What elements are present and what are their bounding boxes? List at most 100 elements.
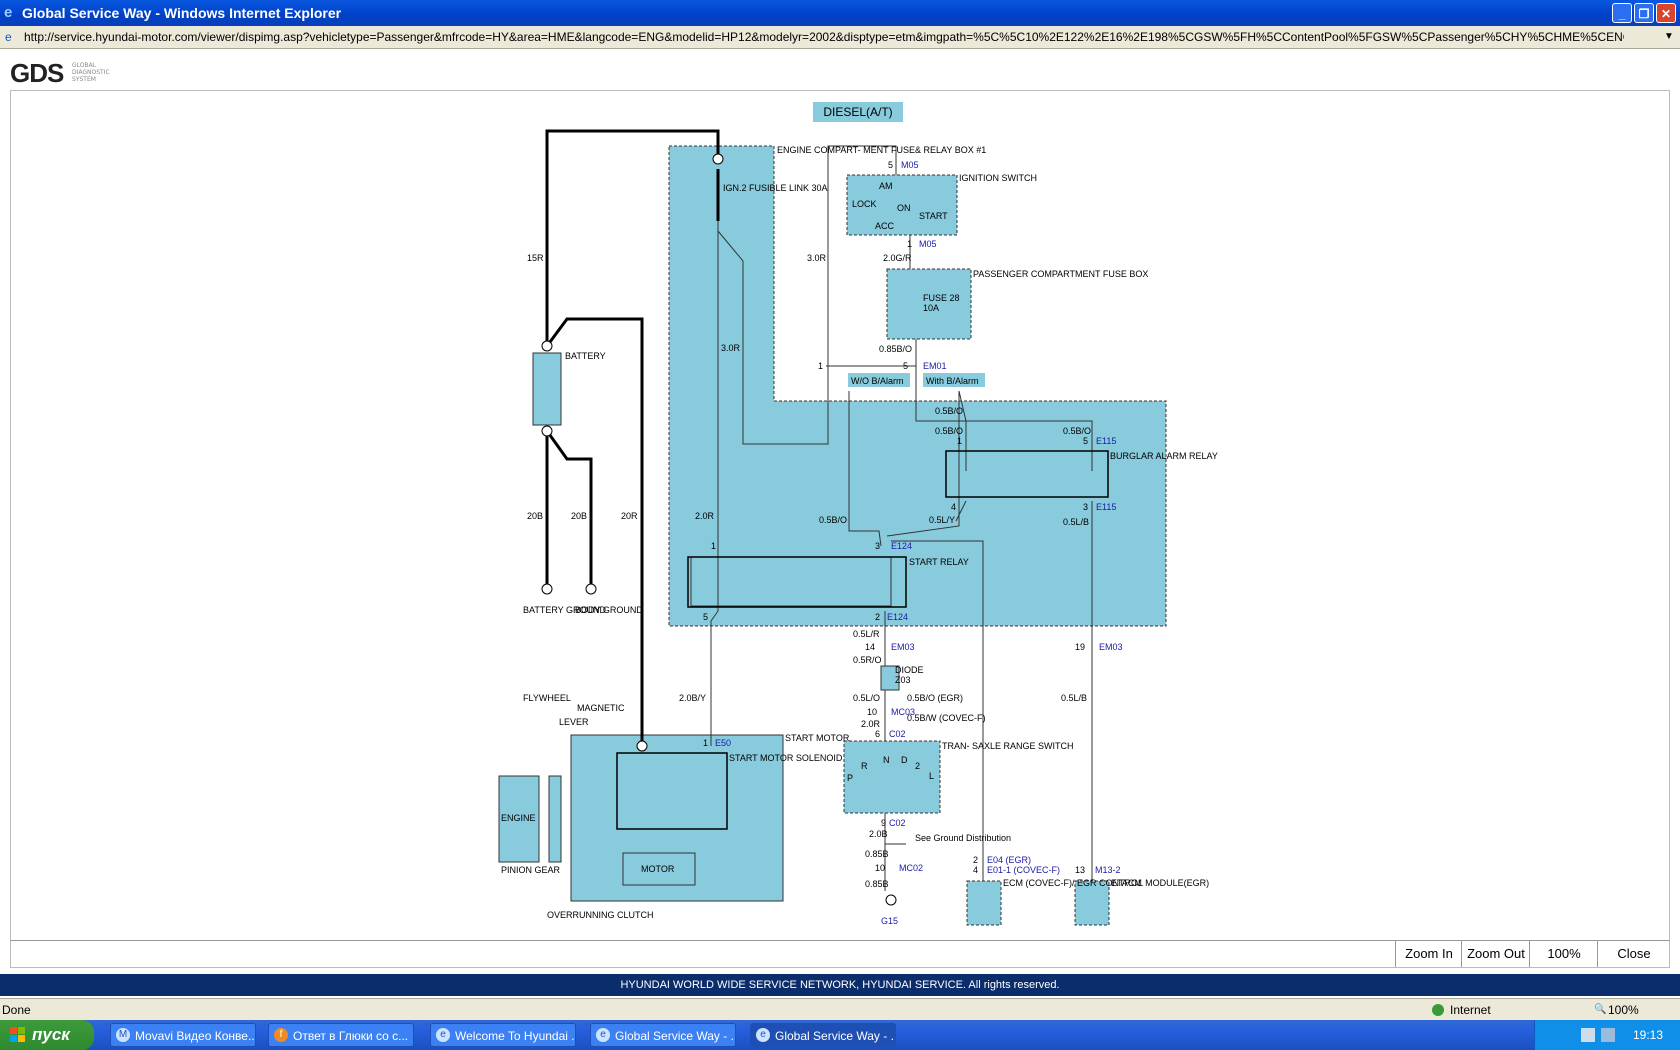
diode-label: DIODE: [895, 665, 924, 675]
volume-icon[interactable]: [1601, 1028, 1615, 1042]
etacm-label: ETACM: [1111, 878, 1142, 888]
wire-05bo-egr: 0.5B/O (EGR): [907, 693, 963, 703]
task-gsw-1[interactable]: e Global Service Way - ...: [590, 1023, 736, 1047]
task-gsw-2[interactable]: e Global Service Way - ...: [750, 1023, 896, 1047]
pin-1-m05: 1: [907, 239, 912, 249]
wire-20r-b: 20R: [621, 511, 638, 521]
m05-bottom-label: M05: [919, 239, 937, 249]
e124-bottom-label: E124: [887, 612, 908, 622]
em01-label: EM01: [923, 361, 947, 371]
pin-19: 19: [1075, 642, 1085, 652]
task-firefox[interactable]: f Ответ в Глюки со с...: [268, 1023, 414, 1047]
pin-4-e01: 4: [973, 865, 978, 875]
see-ground-label: See Ground Distribution: [915, 833, 1011, 843]
wire-20r-c: 2.0R: [861, 719, 881, 729]
solenoid-label: START MOTOR SOLENOID: [729, 753, 843, 763]
fuse28-label: FUSE 28: [923, 293, 960, 303]
wire-05ro: 0.5R/O: [853, 655, 882, 665]
gear-p-label: P: [847, 773, 853, 783]
start-relay-label: START RELAY: [909, 557, 969, 567]
transaxle-label: TRAN- SAXLE RANGE SWITCH: [942, 741, 1074, 751]
mc02-label: MC02: [899, 863, 923, 873]
logo-text: GDS: [10, 58, 64, 88]
pin-1-e115: 1: [957, 436, 962, 446]
m13-label: M13-2: [1095, 865, 1121, 875]
acc-label: ACC: [875, 221, 895, 231]
gear-n-label: N: [883, 755, 890, 765]
pin-13: 13: [1075, 865, 1085, 875]
wire-20gr: 2.0G/R: [883, 253, 912, 263]
e115-top-label: E115: [1096, 436, 1116, 446]
battery-positive-terminal: [541, 340, 553, 352]
wire-085bo: 0.85B/O: [879, 344, 912, 354]
minimize-button[interactable]: _: [1612, 3, 1632, 23]
ignition-switch-label: IGNITION SWITCH: [959, 173, 1037, 183]
wire-15r: 15R: [527, 253, 544, 263]
engine-label: ENGINE: [501, 813, 536, 823]
start-button[interactable]: пуск: [0, 1020, 94, 1050]
am-label: AM: [879, 181, 893, 191]
pin-9: 9: [881, 818, 886, 828]
m05-top-label: M05: [901, 160, 919, 170]
wire-05lo: 0.5L/O: [853, 693, 880, 703]
e115-bottom-label: E115: [1096, 502, 1116, 512]
with-alarm-label: With B/Alarm: [926, 376, 979, 386]
address-bar[interactable]: e http://service.hyundai-motor.com/viewe…: [0, 26, 1680, 49]
address-dropdown-icon[interactable]: ▼: [1662, 30, 1676, 44]
pin-3-e124: 3: [875, 541, 880, 551]
diagram-viewer[interactable]: DIESEL(A/T) ENGINE COMPART- MENT FUSE& R…: [10, 90, 1670, 942]
ie-icon: e: [4, 4, 13, 21]
e04-label: E04 (EGR): [987, 855, 1031, 865]
windows-flag-icon: [10, 1027, 25, 1042]
pin-14: 14: [865, 642, 875, 652]
battery-symbol: [532, 352, 562, 426]
start-label: пуск: [32, 1025, 70, 1044]
task-movavi[interactable]: M Movavi Видео Конве...: [110, 1023, 256, 1047]
page-footer: HYUNDAI WORLD WIDE SERVICE NETWORK, HYUN…: [0, 974, 1680, 996]
gear-r-label: R: [861, 761, 868, 771]
pin-10b: 10: [875, 863, 885, 873]
maximize-button[interactable]: ❐: [1634, 3, 1654, 23]
logo-subtitle: GLOBAL DIAGNOSTIC SYSTEM: [72, 62, 110, 83]
pin-5-m05: 5: [888, 160, 893, 170]
zoom-level: 100%: [1529, 941, 1598, 967]
clock: 19:13: [1633, 1028, 1664, 1042]
gds-logo: GDS GLOBAL DIAGNOSTIC SYSTEM: [10, 58, 110, 89]
wire-05bw: 0.5B/W (COVEC-F): [907, 713, 986, 723]
wire-20r: 2.0R: [695, 511, 715, 521]
body-ground-label: BODY GROUND: [575, 605, 643, 615]
zoom-in-button[interactable]: Zoom In: [1395, 941, 1462, 967]
wire-05lb-a: 0.5L/B: [1063, 517, 1089, 527]
page-icon: e: [5, 30, 12, 44]
task-hyundai-welcome[interactable]: e Welcome To Hyundai ...: [430, 1023, 576, 1047]
wire-085b-b: 0.85B: [865, 879, 889, 889]
transaxle-switch-box: [843, 740, 941, 814]
window-titlebar[interactable]: e Global Service Way - Windows Internet …: [0, 0, 1680, 26]
diagram-title: DIESEL(A/T): [823, 105, 892, 119]
passenger-fuse-label: PASSENGER COMPARTMENT FUSE BOX: [973, 269, 1148, 279]
pin-1-e124: 1: [711, 541, 716, 551]
tray-icon[interactable]: [1581, 1028, 1595, 1042]
close-viewer-button[interactable]: Close: [1597, 941, 1670, 967]
status-zoom[interactable]: 100%: [1608, 999, 1639, 1021]
motor-label: MOTOR: [641, 864, 675, 874]
ign-fusible-label: IGN.2 FUSIBLE LINK 30A: [723, 183, 828, 193]
fusible-terminal: [712, 153, 724, 165]
pin-6: 6: [875, 729, 880, 739]
pin-2-e124: 2: [875, 612, 880, 622]
ie-task-icon: e: [436, 1028, 450, 1042]
flywheel-label: FLYWHEEL: [523, 693, 571, 703]
zoom-icon[interactable]: 🔍: [1594, 999, 1606, 1021]
wire-30r-b: 3.0R: [721, 343, 741, 353]
close-window-button[interactable]: ✕: [1656, 3, 1676, 23]
flywheel-symbol: [548, 775, 562, 863]
wire-20b-c: 2.0B: [869, 829, 888, 839]
g15-ground-symbol: [885, 894, 897, 906]
pin-1-e50: 1: [703, 738, 708, 748]
wire-05lr: 0.5L/R: [853, 629, 880, 639]
zoom-out-button[interactable]: Zoom Out: [1461, 941, 1530, 967]
ie-task-icon: e: [596, 1028, 610, 1042]
body-ground-symbol: [585, 583, 597, 595]
on-label: ON: [897, 203, 911, 213]
address-url[interactable]: http://service.hyundai-motor.com/viewer/…: [24, 26, 1624, 48]
